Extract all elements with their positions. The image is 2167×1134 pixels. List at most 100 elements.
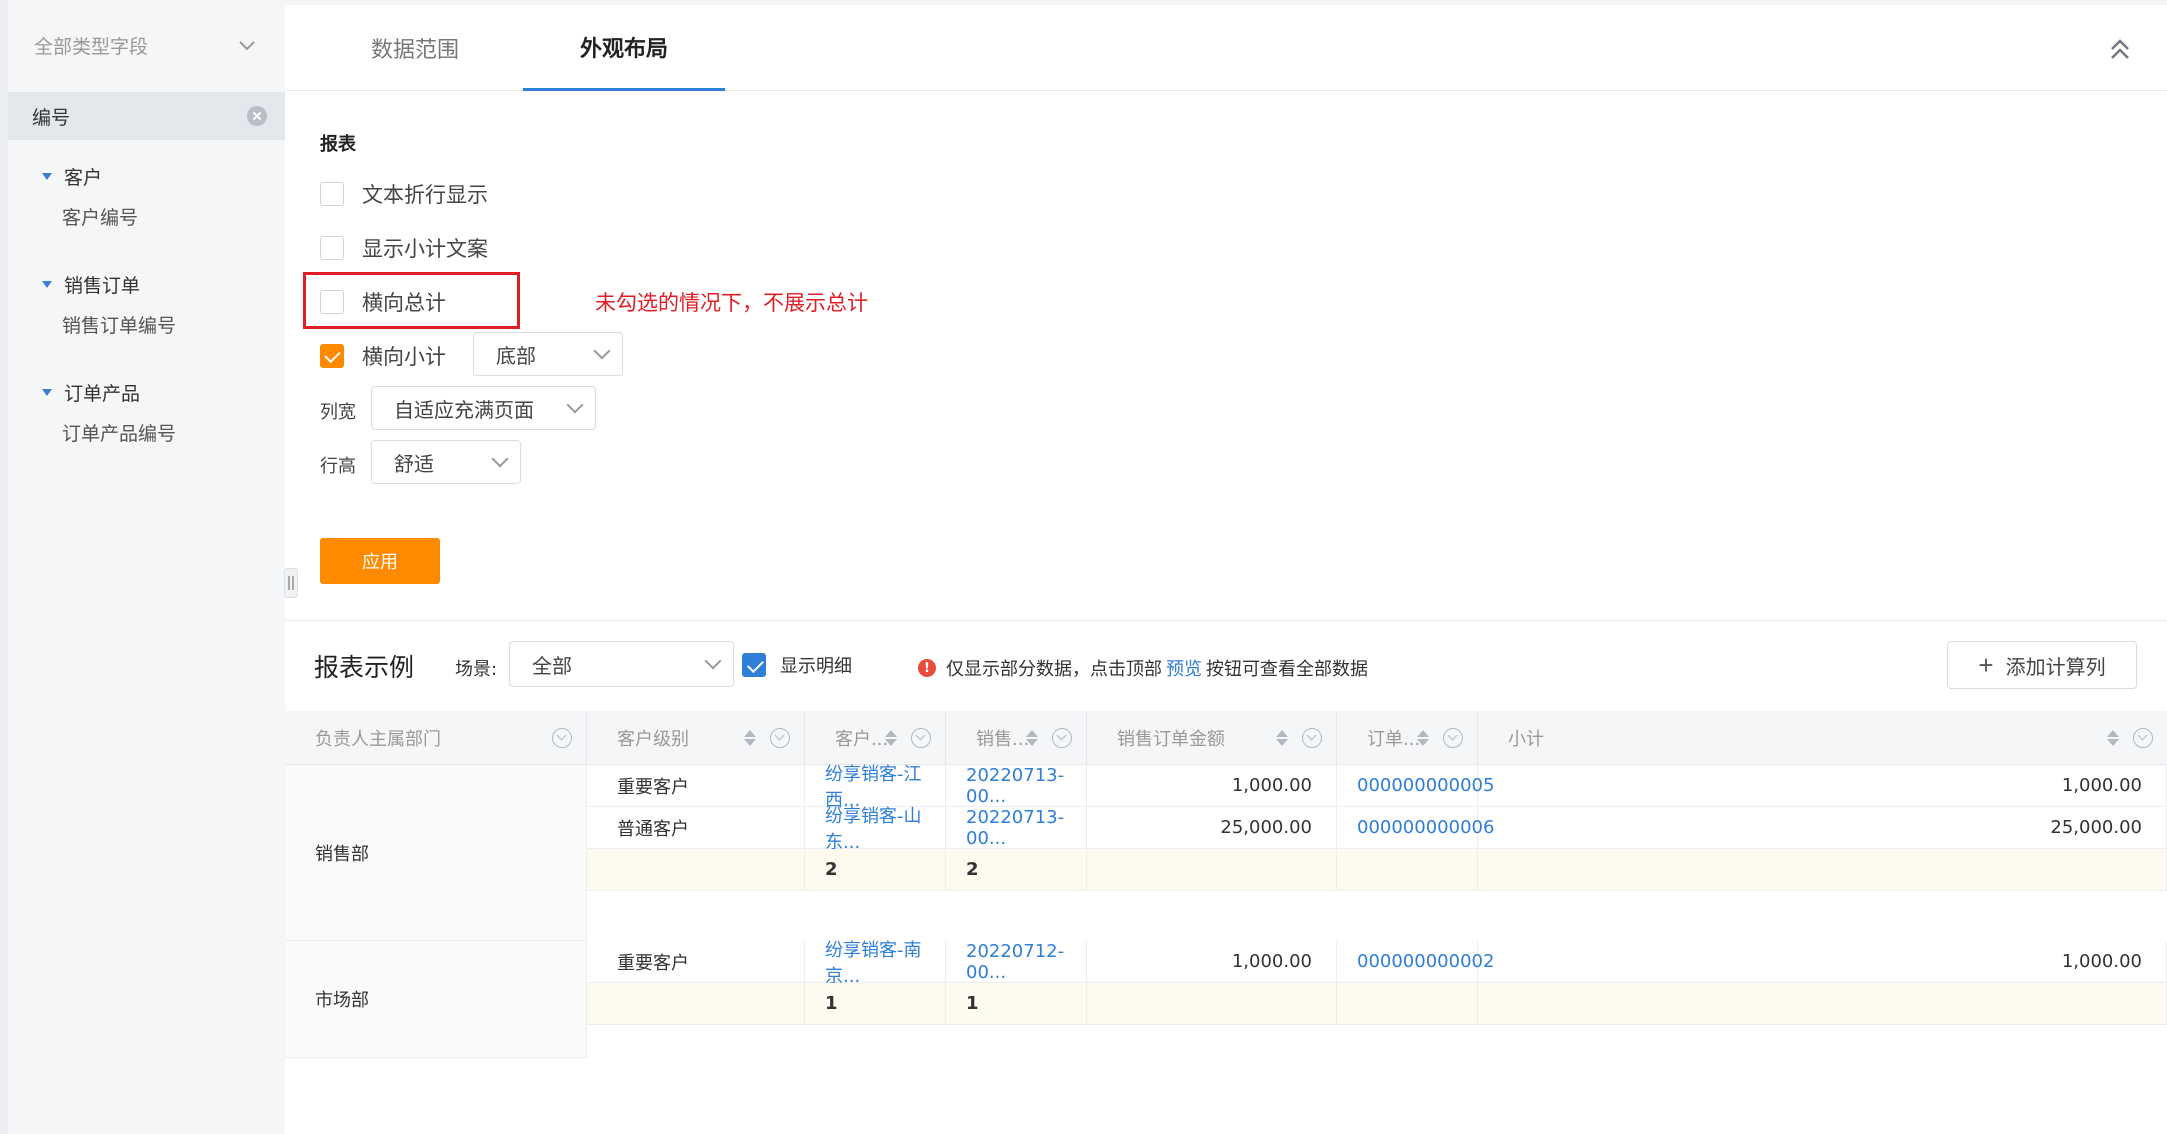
tab-appearance-layout[interactable]: 外观布局 xyxy=(523,5,725,91)
table-cell: 普通客户 xyxy=(587,807,805,849)
chevron-down-icon xyxy=(704,652,722,670)
clear-icon[interactable] xyxy=(247,106,267,126)
column-menu-icon[interactable] xyxy=(770,728,790,748)
table-cell-link[interactable]: 20220712-00... xyxy=(946,941,1087,983)
caret-down-icon xyxy=(42,388,52,396)
column-header[interactable]: 小计 xyxy=(1478,711,2167,765)
column-header-label: 订单... xyxy=(1367,729,1421,750)
subtotal-cell xyxy=(1337,983,1478,1025)
column-menu-icon[interactable] xyxy=(1443,728,1463,748)
table-cell-link[interactable]: 20220713-00... xyxy=(946,807,1087,849)
table-cell-link[interactable]: 纷享销客-南京... xyxy=(805,940,946,987)
tree-group-order-product: 订单产品 订单产品编号 xyxy=(8,372,176,452)
sort-icon[interactable] xyxy=(1276,730,1288,746)
option-show-subtotal-text[interactable]: 显示小计文案 xyxy=(320,233,488,263)
show-detail-toggle[interactable]: 显示明细 xyxy=(742,652,852,678)
partial-data-notice: ! 仅显示部分数据，点击顶部 预览 按钮可查看全部数据 xyxy=(918,655,1368,681)
option-label: 显示小计文案 xyxy=(362,237,488,261)
table-cell-link[interactable]: 20220713-00... xyxy=(946,765,1087,807)
tree-item-order-product-no[interactable]: 订单产品编号 xyxy=(8,412,176,452)
sort-icon[interactable] xyxy=(744,730,756,746)
table-cell: 25,000.00 xyxy=(1087,807,1337,849)
field-type-select[interactable]: 全部类型字段 xyxy=(16,18,276,72)
option-text-wrap[interactable]: 文本折行显示 xyxy=(320,179,488,209)
tree-group-sales-order: 销售订单 销售订单编号 xyxy=(8,264,176,344)
sort-icon[interactable] xyxy=(1417,730,1429,746)
row-height-select[interactable]: 舒适 xyxy=(371,440,521,484)
dept-cell: 市场部 xyxy=(285,941,587,1058)
column-header[interactable]: 订单... xyxy=(1337,711,1478,765)
option-label: 文本折行显示 xyxy=(362,183,488,207)
selected-field-label: 编号 xyxy=(32,106,71,129)
column-menu-icon[interactable] xyxy=(2133,728,2153,748)
field-type-select-value: 全部类型字段 xyxy=(34,35,149,58)
add-calculated-column-button[interactable]: + 添加计算列 xyxy=(1947,641,2137,689)
scene-label: 场景: xyxy=(455,659,498,680)
column-header-label: 负责人主属部门 xyxy=(315,729,441,750)
table-cell-link[interactable]: 000000000002 xyxy=(1337,941,1494,983)
subtotal-cell xyxy=(587,849,805,891)
subtotal-cell xyxy=(1478,983,2167,1025)
sort-icon[interactable] xyxy=(1026,730,1038,746)
tree-group-customer: 客户 客户编号 xyxy=(8,156,138,236)
notice-text: 按钮可查看全部数据 xyxy=(1206,659,1368,680)
sort-icon[interactable] xyxy=(885,730,897,746)
table-cell: 重要客户 xyxy=(587,941,805,983)
tree-parent-label: 订单产品 xyxy=(64,382,141,405)
col-width-select[interactable]: 自适应充满页面 xyxy=(371,386,596,430)
column-header[interactable]: 负责人主属部门 xyxy=(285,711,587,765)
subtotal-cell xyxy=(1087,849,1337,891)
caret-down-icon xyxy=(42,172,52,180)
column-menu-icon[interactable] xyxy=(911,728,931,748)
warning-icon: ! xyxy=(918,659,936,677)
report-title: 报表示例 xyxy=(314,653,415,682)
table-cell: 1,000.00 xyxy=(1087,765,1337,807)
checkbox[interactable] xyxy=(320,182,344,206)
tree-item-sales-order-no[interactable]: 销售订单编号 xyxy=(8,304,176,344)
chevron-down-icon xyxy=(593,342,611,360)
table-cell-link[interactable]: 纷享销客-山东... xyxy=(805,806,946,853)
table-cell: 25,000.00 xyxy=(1478,807,2167,849)
select-value: 自适应充满页面 xyxy=(394,397,534,422)
tab-data-range[interactable]: 数据范围 xyxy=(345,5,485,91)
column-header[interactable]: 销售订单金额 xyxy=(1087,711,1337,765)
column-menu-icon[interactable] xyxy=(552,728,572,748)
table-cell-link[interactable]: 000000000005 xyxy=(1337,765,1494,807)
subtotal-cell xyxy=(587,983,805,1025)
table-cell: 1,000.00 xyxy=(1478,941,2167,983)
subtotal-cell xyxy=(1478,849,2167,891)
tree-parent-sales-order[interactable]: 销售订单 xyxy=(8,264,176,304)
column-header-label: 销售... xyxy=(976,729,1030,750)
annotation-highlight-box xyxy=(303,272,520,329)
checkbox-checked[interactable] xyxy=(320,344,344,368)
table-cell: 1,000.00 xyxy=(1478,765,2167,807)
table-cell-link[interactable]: 000000000006 xyxy=(1337,807,1494,849)
apply-button[interactable]: 应用 xyxy=(320,538,440,584)
appearance-settings-panel: 报表 文本折行显示 显示小计文案 横向总计 横向小计 底部 列宽 自适应充满页面… xyxy=(285,92,2167,620)
column-header[interactable]: 销售... xyxy=(946,711,1087,765)
scene-select[interactable]: 全部 xyxy=(509,641,734,687)
sort-icon[interactable] xyxy=(2107,730,2119,746)
table-header: 负责人主属部门 客户级别 客户... 销售... 销售订单金额 订单... 小计 xyxy=(285,711,2167,765)
subtotal-cell xyxy=(1337,849,1478,891)
tree-parent-order-product[interactable]: 订单产品 xyxy=(8,372,176,412)
col-width-label: 列宽 xyxy=(320,402,356,423)
checkbox-checked[interactable] xyxy=(742,653,766,677)
checkbox[interactable] xyxy=(320,236,344,260)
collapse-up-icon[interactable] xyxy=(2107,35,2133,65)
subtotal-count-cell: 1 xyxy=(805,983,946,1025)
tree-parent-customer[interactable]: 客户 xyxy=(8,156,138,196)
column-header[interactable]: 客户... xyxy=(805,711,946,765)
column-menu-icon[interactable] xyxy=(1052,728,1072,748)
selected-field[interactable]: 编号 xyxy=(8,92,285,140)
tree-item-customer-no[interactable]: 客户编号 xyxy=(8,196,138,236)
column-header[interactable]: 客户级别 xyxy=(587,711,805,765)
column-menu-icon[interactable] xyxy=(1302,728,1322,748)
tree-parent-label: 客户 xyxy=(64,166,103,189)
option-horizontal-subtotal[interactable]: 横向小计 xyxy=(320,341,446,371)
subtotal-cell xyxy=(1087,983,1337,1025)
chevron-down-icon xyxy=(566,396,584,414)
preview-link[interactable]: 预览 xyxy=(1166,655,1202,681)
button-label: 添加计算列 xyxy=(2005,656,2106,679)
subtotal-position-select[interactable]: 底部 xyxy=(473,332,623,376)
